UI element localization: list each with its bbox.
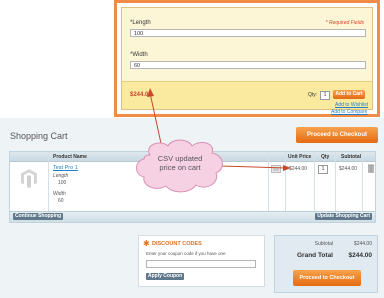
callout-cloud: CSV updated price on cart [132,139,228,193]
callout-line-2: price on cart [159,163,201,172]
callout-line-1: CSV updated [157,154,203,163]
